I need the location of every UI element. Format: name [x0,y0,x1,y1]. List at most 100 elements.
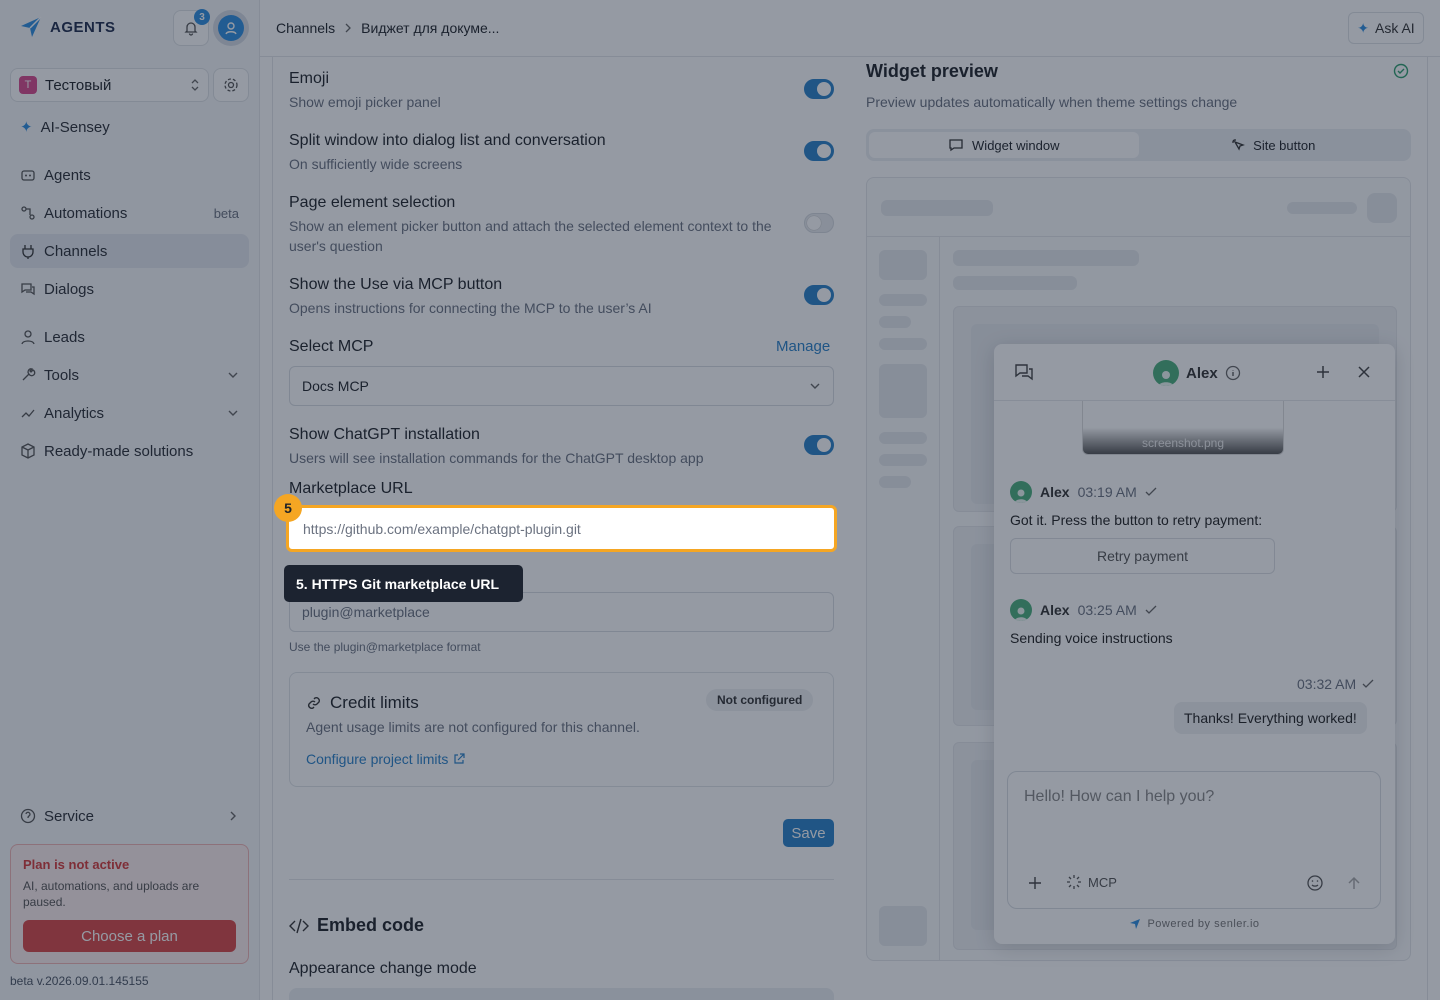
ask-ai-button[interactable]: ✦ Ask AI [1348,12,1424,44]
divider [289,879,834,880]
message-text: Sending voice instructions [1010,630,1173,646]
agents-icon [21,170,35,181]
appearance-mode-tabs[interactable] [289,988,834,1000]
dialogs-icon[interactable] [1014,362,1034,382]
sidebar-item-ai-sensey[interactable]: ✦ AI-Sensey [10,110,249,144]
chat-header: Alex [994,344,1395,401]
manage-link[interactable]: Manage [776,338,830,355]
senler-logo-icon [1130,919,1141,929]
sidebar-item-analytics[interactable]: Analytics [10,396,249,430]
emoji-toggle[interactable] [804,79,834,99]
breadcrumb: Channels Виджет для докуме... [276,20,499,36]
attachment-name: screenshot.png [1141,436,1225,450]
cursor-click-icon [1232,139,1246,151]
agent-avatar [1010,481,1032,503]
credit-limits-desc: Agent usage limits are not configured fo… [306,719,640,735]
sparkle-icon: ✦ [20,119,33,136]
tour-step-badge: 5 [274,494,302,522]
split-setting-title: Split window into dialog list and conver… [289,132,606,149]
box-icon [21,443,35,459]
ask-ai-label: Ask AI [1375,20,1415,36]
configure-limits-label: Configure project limits [306,751,449,767]
smile-icon[interactable] [1306,874,1324,892]
sidebar-item-label: Leads [44,328,85,346]
sidebar-item-channels[interactable]: Channels [10,234,249,268]
configure-limits-link[interactable]: Configure project limits [306,751,465,767]
send-arrow-icon[interactable] [1346,875,1362,891]
user-icon [225,22,237,35]
chat-icon [949,139,963,152]
automation-icon [21,206,35,220]
close-icon[interactable] [1356,364,1372,380]
chat-widget: Alex screenshot.png Alex 03:19 AM Got it… [994,344,1395,944]
sidebar-item-label: Dialogs [44,280,95,298]
chatgpt-toggle[interactable] [804,435,834,455]
check-icon [1145,605,1157,614]
info-icon[interactable] [1225,365,1241,381]
divider [272,57,273,1000]
tour-tooltip: 5. HTTPS Git marketplace URL [284,565,523,602]
chevron-down-icon [228,410,238,416]
top-header: Channels Виджет для докуме... ✦ Ask AI [260,0,1440,57]
sidebar-item-label: Service [44,807,95,825]
element-selection-title: Page element selection [289,194,456,211]
mcp-button-toggle[interactable] [804,285,834,305]
workspace-select[interactable]: Т Тестовый [10,68,209,102]
widget-preview-desc: Preview updates automatically when theme… [866,94,1238,110]
chatgpt-desc: Users will see installation commands for… [289,450,704,466]
save-button[interactable]: Save [783,819,834,847]
marketplace-url-label: Marketplace URL [289,480,413,497]
retry-payment-button[interactable]: Retry payment [1010,538,1275,574]
sidebar-item-service[interactable]: Service [10,799,249,833]
tab-site-button[interactable]: Site button [1139,132,1409,158]
chat-input[interactable]: Hello! How can I help you? MCP [1007,771,1381,909]
message-meta: Alex 03:19 AM [1010,481,1157,503]
check-icon [1362,679,1374,688]
sidebar-item-label: Channels [44,242,108,260]
user-avatar[interactable] [213,10,249,46]
sidebar-item-dialogs[interactable]: Dialogs [10,272,249,306]
attachment-preview[interactable]: screenshot.png [1082,401,1284,455]
user-message-meta: 03:32 AM [1297,676,1374,692]
chevron-down-icon [810,383,820,389]
external-link-icon [454,753,465,764]
sidebar-item-agents[interactable]: Agents [10,158,249,192]
plugin-hint: Use the plugin@marketplace format [289,640,481,654]
element-selection-toggle[interactable] [804,213,834,233]
sidebar-item-ready-made-solutions[interactable]: Ready-made solutions [10,434,249,468]
tab-label: Widget window [972,137,1060,153]
user-message-bubble: Thanks! Everything worked! [1174,702,1367,734]
credit-limits-card: Credit limits Not configured Agent usage… [289,672,834,787]
chat-input-placeholder: Hello! How can I help you? [1024,788,1215,805]
agent-avatar [1153,360,1179,386]
marketplace-url-input[interactable]: https://github.com/example/chatgpt-plugi… [286,505,837,552]
mcp-select[interactable]: Docs MCP [289,366,834,406]
plug-icon [22,245,34,259]
select-mcp-title: Select MCP [289,338,374,355]
split-toggle[interactable] [804,141,834,161]
tab-widget-window[interactable]: Widget window [869,132,1139,158]
sidebar-item-tools[interactable]: Tools [10,358,249,392]
gear-icon [224,78,238,92]
powered-by-text: Powered by senler.io [1147,918,1260,930]
plus-icon[interactable] [1028,876,1042,890]
widget-preview-title: Widget preview [866,61,998,81]
notification-count-badge: 3 [194,9,210,25]
sidebar-item-automations[interactable]: Automations beta [10,196,249,230]
chevron-right-icon [345,23,352,33]
workspace-settings-button[interactable] [213,68,249,102]
beta-tag: beta [213,205,239,221]
message-author: Alex [1040,602,1070,618]
sidebar-item-label: Automations [44,204,128,222]
chevron-down-icon [228,372,238,378]
choose-plan-button[interactable]: Choose a plan [23,920,236,952]
sidebar-item-leads[interactable]: Leads [10,320,249,354]
split-setting-desc: On sufficiently wide screens [289,156,463,172]
mcp-button[interactable]: MCP [1066,874,1117,890]
sidebar-item-label: AI-Sensey [40,118,110,136]
mcp-label: MCP [1088,874,1117,890]
app-logo[interactable]: AGENTS [18,14,116,40]
emoji-setting-title: Emoji [289,70,330,87]
plus-icon[interactable] [1315,364,1331,380]
breadcrumb-channels[interactable]: Channels [276,20,335,36]
